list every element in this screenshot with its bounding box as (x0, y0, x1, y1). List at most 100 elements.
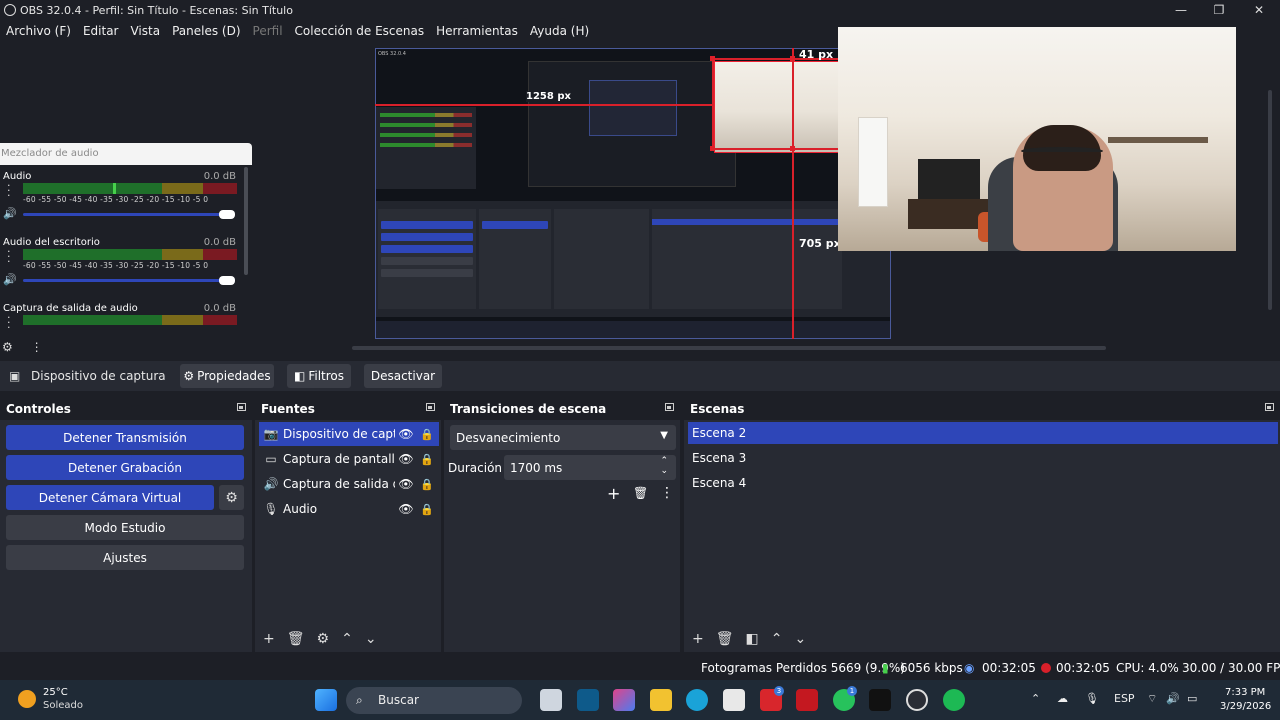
maximize-button[interactable]: ❐ (1200, 0, 1238, 20)
menu-file[interactable]: Archivo (F) (6, 24, 71, 38)
properties-button[interactable]: ⚙ Propiedades (180, 364, 274, 388)
source-item[interactable]: ▭ Captura de pantalla 👁 🔒 (259, 447, 439, 471)
epic-games-icon[interactable] (869, 689, 891, 711)
minimize-button[interactable]: — (1162, 0, 1200, 20)
resize-handle[interactable] (790, 56, 795, 61)
resize-handle[interactable] (710, 146, 715, 151)
spotify-icon[interactable] (943, 689, 965, 711)
menu-help[interactable]: Ayuda (H) (530, 24, 589, 38)
more-options-icon[interactable]: ⋮ (660, 485, 674, 501)
trash-icon[interactable]: 🗑 (633, 486, 648, 500)
lock-icon[interactable]: 🔒 (417, 453, 437, 466)
mixer-scrollbar[interactable] (244, 167, 248, 275)
undock-icon[interactable] (426, 403, 435, 411)
menu-edit[interactable]: Editar (83, 24, 119, 38)
gear-icon[interactable]: ⚙ (317, 631, 330, 647)
trash-icon[interactable]: 🗑 (716, 631, 734, 647)
close-button[interactable]: ✕ (1240, 0, 1278, 20)
advanced-audio-icon[interactable]: ⚙ (2, 340, 13, 354)
store-icon[interactable] (723, 689, 745, 711)
visibility-eye-icon[interactable]: 👁 (395, 452, 417, 466)
chevron-up-icon[interactable]: ⌃ (1031, 692, 1040, 705)
audio-mixer-title[interactable]: Mezclador de audio (0, 143, 252, 165)
channel-menu-icon[interactable]: · · · (7, 312, 11, 333)
edge-icon[interactable] (686, 689, 708, 711)
lock-icon[interactable]: 🔒 (417, 478, 437, 491)
stop-virtual-camera-button[interactable]: Detener Cámara Virtual (6, 485, 214, 510)
clock-date[interactable]: 3/29/2026 (1220, 701, 1271, 712)
undock-icon[interactable] (237, 403, 246, 411)
lock-icon[interactable]: 🔒 (417, 428, 437, 441)
trash-icon[interactable]: 🗑 (287, 631, 305, 647)
weather-condition[interactable]: Soleado (43, 700, 83, 711)
file-explorer-icon[interactable] (650, 689, 672, 711)
spin-down-icon[interactable]: ⌄ (660, 466, 668, 476)
move-down-icon[interactable]: ⌄ (365, 631, 377, 647)
microphone-icon[interactable]: 🎙 (1085, 692, 1099, 705)
volume-icon[interactable]: 🔊 (1166, 692, 1180, 705)
stop-recording-button[interactable]: Detener Grabación (6, 455, 244, 480)
duration-spinbox[interactable]: 1700 ms ⌃ ⌄ (504, 455, 676, 480)
add-icon[interactable]: + (692, 631, 704, 647)
add-icon[interactable]: + (607, 484, 620, 503)
mcafee-icon[interactable] (796, 689, 818, 711)
volume-slider[interactable] (23, 210, 235, 219)
move-down-icon[interactable]: ⌄ (794, 631, 806, 647)
screen-capture-source[interactable]: OBS 32.0.4 (375, 48, 891, 339)
undock-icon[interactable] (1265, 403, 1274, 411)
wifi-icon[interactable]: ⌔ (1147, 692, 1157, 706)
move-up-icon[interactable]: ⌃ (341, 631, 353, 647)
scene-item[interactable]: Escena 2 (688, 422, 1278, 444)
webcam-source[interactable] (838, 27, 1236, 251)
menu-docks[interactable]: Paneles (D) (172, 24, 240, 38)
filters-button[interactable]: ◧ Filtros (287, 364, 351, 388)
visibility-eye-icon[interactable]: 👁 (395, 477, 417, 491)
notification-badge: 3 (774, 686, 784, 696)
weather-sun-icon[interactable] (18, 690, 36, 708)
preview-horizontal-scrollbar[interactable] (352, 346, 1106, 350)
settings-button[interactable]: Ajustes (6, 545, 244, 570)
channel-menu-icon[interactable]: · · · (7, 180, 11, 201)
preview-vertical-scrollbar[interactable] (1268, 90, 1272, 310)
undock-icon[interactable] (665, 403, 674, 411)
weather-temp[interactable]: 25°C (43, 687, 68, 698)
clock-time[interactable]: 7:33 PM (1225, 687, 1265, 698)
resize-handle[interactable] (790, 146, 795, 151)
language-indicator[interactable]: ESP (1114, 692, 1135, 705)
speaker-icon[interactable]: 🔊 (3, 207, 17, 220)
add-icon[interactable]: + (263, 631, 275, 647)
menu-tools[interactable]: Herramientas (436, 24, 518, 38)
studio-mode-button[interactable]: Modo Estudio (6, 515, 244, 540)
mixer-menu-icon[interactable]: ⋮ (31, 340, 43, 354)
virtual-camera-settings-button[interactable]: ⚙ (219, 485, 244, 510)
resize-handle[interactable] (710, 56, 715, 61)
speaker-icon[interactable]: 🔊 (3, 273, 17, 286)
scene-item[interactable]: Escena 4 (688, 472, 1278, 494)
menu-profile[interactable]: Perfil (253, 24, 283, 38)
battery-icon[interactable]: ▭ (1187, 692, 1197, 705)
volume-slider[interactable] (23, 276, 235, 285)
move-up-icon[interactable]: ⌃ (771, 631, 783, 647)
windows-start-icon[interactable] (315, 689, 337, 711)
transition-select[interactable]: Desvanecimiento ▼ (450, 425, 676, 450)
visibility-eye-icon[interactable]: 👁 (395, 427, 417, 441)
stop-stream-button[interactable]: Detener Transmisión (6, 425, 244, 450)
source-item[interactable]: 📷 Dispositivo de captura de video 👁 🔒 (259, 422, 439, 446)
lock-icon[interactable]: 🔒 (417, 503, 437, 516)
disney-plus-icon[interactable] (577, 689, 599, 711)
visibility-eye-icon[interactable]: 👁 (395, 502, 417, 516)
cloud-icon[interactable]: ☁ (1057, 692, 1068, 705)
copilot-icon[interactable] (613, 689, 635, 711)
menu-scene-collection[interactable]: Colección de Escenas (295, 24, 425, 38)
scene-item[interactable]: Escena 3 (688, 447, 1278, 469)
filter-icon[interactable]: ◧ (746, 631, 759, 647)
channel-menu-icon[interactable]: · · · (7, 246, 11, 267)
obs-taskbar-icon[interactable] (906, 689, 928, 711)
task-view-icon[interactable] (540, 689, 562, 711)
taskbar-search[interactable]: ⌕ Buscar (346, 687, 522, 714)
spin-up-icon[interactable]: ⌃ (660, 456, 668, 466)
menu-view[interactable]: Vista (130, 24, 160, 38)
source-item[interactable]: 🎙 Audio 👁 🔒 (259, 497, 439, 521)
source-item[interactable]: 🔊 Captura de salida de audio 👁 🔒 (259, 472, 439, 496)
deactivate-button[interactable]: Desactivar (364, 364, 442, 388)
